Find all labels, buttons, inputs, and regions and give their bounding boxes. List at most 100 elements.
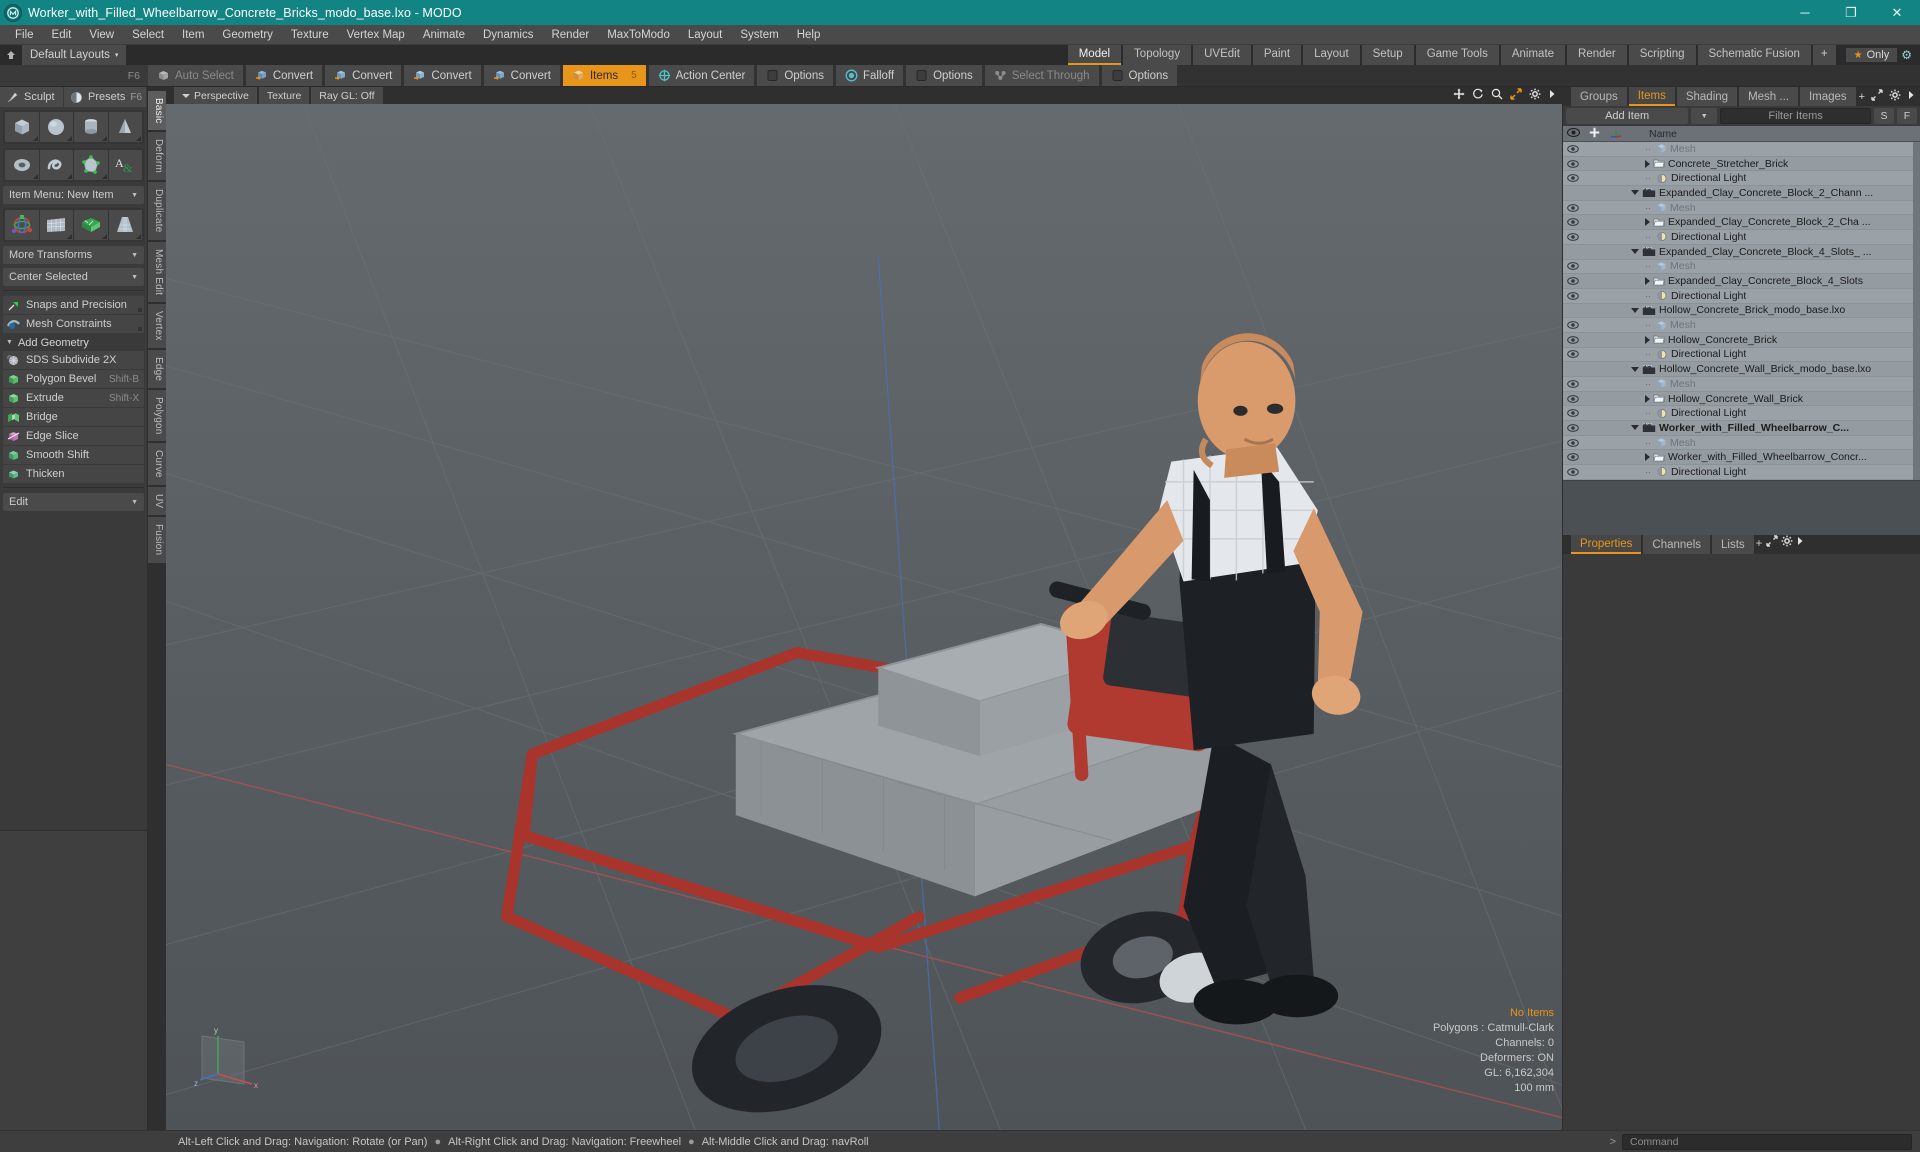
mode-tab-vertex[interactable]: Vertex	[148, 304, 166, 348]
home-layout-icon[interactable]	[0, 45, 22, 65]
layout-tab-model[interactable]: Model	[1067, 45, 1122, 65]
eye-icon[interactable]	[1563, 262, 1583, 271]
toolbar-button-convert-1[interactable]: Convert	[245, 65, 323, 86]
gear-icon[interactable]	[1889, 89, 1901, 104]
grid-options-corner[interactable]	[67, 234, 72, 239]
eye-icon[interactable]	[1563, 335, 1583, 344]
mode-tab-curve[interactable]: Curve	[148, 443, 166, 486]
eye-icon[interactable]	[1563, 203, 1583, 212]
menu-item-item[interactable]: Item	[173, 25, 213, 45]
only-toggle[interactable]: ★ Only	[1845, 48, 1898, 62]
menu-item-layout[interactable]: Layout	[679, 25, 732, 45]
polygon-options-corner[interactable]	[101, 174, 107, 179]
gear-icon[interactable]	[1781, 535, 1796, 550]
menu-item-file[interactable]: File	[6, 25, 43, 45]
properties-tab-properties[interactable]: Properties	[1571, 535, 1642, 554]
default-layouts-dropdown[interactable]: Default Layouts ▾	[22, 45, 127, 65]
layout-tab-scripting[interactable]: Scripting	[1628, 45, 1696, 65]
expand-toggle-closed-icon[interactable]	[1645, 277, 1650, 286]
menu-item-maxtomodo[interactable]: MaxToModo	[598, 25, 679, 45]
center-selected-dropdown[interactable]: Center Selected ▼	[3, 268, 144, 286]
toolbar-button-auto-select-0[interactable]: Auto Select	[148, 65, 243, 86]
cylinder-icon[interactable]	[74, 112, 108, 142]
item-tree-row[interactable]: ·· Directional Light	[1563, 465, 1913, 480]
edit-dropdown[interactable]: Edit ▼	[3, 493, 144, 511]
filter-s-button[interactable]: S	[1874, 108, 1894, 124]
item-tree-row[interactable]: ·· Mesh	[1563, 318, 1913, 333]
eye-icon[interactable]	[1563, 291, 1583, 300]
zoom-icon[interactable]	[1491, 88, 1503, 103]
eye-icon[interactable]	[1563, 159, 1583, 168]
bend-options-corner[interactable]	[101, 234, 107, 239]
item-tree-row[interactable]: Concrete_Stretcher_Brick	[1563, 156, 1913, 172]
menu-item-edit[interactable]: Edit	[43, 25, 81, 45]
cone-options-corner[interactable]	[136, 136, 141, 141]
tab-sculpt[interactable]: Sculpt	[0, 87, 65, 107]
text-icon[interactable]: A &	[108, 150, 142, 180]
arrow-right-icon[interactable]	[1907, 89, 1915, 104]
menu-item-geometry[interactable]: Geometry	[213, 25, 282, 45]
item-tree-row[interactable]: ·· Directional Light	[1563, 406, 1913, 422]
expand-toggle-open-icon[interactable]	[1631, 307, 1639, 313]
expand-icon[interactable]	[1765, 535, 1781, 550]
toolbar-button-options-11[interactable]: Options	[1101, 65, 1178, 86]
layout-add-tab-button[interactable]: +	[1812, 45, 1836, 65]
expand-toggle-closed-icon[interactable]	[1645, 453, 1650, 462]
item-tree-row[interactable]: ·· Directional Light	[1563, 288, 1913, 304]
snaps-and-precision-row[interactable]: Snaps and Precision	[3, 296, 144, 314]
item-tree-row[interactable]: ·· Mesh	[1563, 377, 1913, 392]
toolbar-button-convert-2[interactable]: Convert	[325, 65, 402, 86]
layout-tab-schematic-fusion[interactable]: Schematic Fusion	[1697, 45, 1811, 65]
item-tree-row[interactable]: ·· Directional Light	[1563, 230, 1913, 245]
expand-toggle-open-icon[interactable]	[1631, 425, 1639, 431]
items-tab-images[interactable]: Images	[1799, 87, 1856, 106]
layout-tab-layout[interactable]: Layout	[1303, 45, 1360, 65]
properties-add-tab-button[interactable]: +	[1756, 538, 1763, 550]
expand-toggle-open-icon[interactable]	[1631, 190, 1639, 196]
torus-icon[interactable]	[5, 150, 39, 180]
add-geometry-group-header[interactable]: ▼ Add Geometry	[3, 334, 144, 351]
item-tree-row[interactable]: Hollow_Concrete_Wall_Brick_modo_base.lxo	[1563, 362, 1913, 377]
item-tree-row[interactable]: Expanded_Clay_Concrete_Block_2_Cha ...	[1563, 215, 1913, 231]
items-tab-groups[interactable]: Groups	[1571, 87, 1627, 106]
properties-tab-channels[interactable]: Channels	[1643, 535, 1711, 554]
layout-tab-uvedit[interactable]: UVEdit	[1193, 45, 1251, 65]
eye-icon[interactable]	[1563, 424, 1583, 432]
viewport-tab-raygl[interactable]: Ray GL: Off	[311, 87, 383, 104]
tab-presets[interactable]: Presets F6	[64, 87, 147, 107]
toolbar-button-select-through-10[interactable]: Select Through	[984, 65, 1099, 86]
eye-icon[interactable]	[1563, 277, 1583, 285]
item-tree-row[interactable]: Worker_with_Filled_Wheelbarrow_C...	[1563, 421, 1913, 436]
mode-tab-edge[interactable]: Edge	[148, 349, 166, 388]
mesh-constraints-row[interactable]: Mesh Constraints	[3, 315, 144, 333]
toolbar-button-items-5[interactable]: Items 5	[562, 65, 646, 86]
geometry-tool-bridge[interactable]: Bridge	[3, 408, 144, 426]
add-item-button[interactable]: Add Item	[1566, 108, 1689, 124]
cube-icon[interactable]	[5, 112, 39, 142]
item-tree-row[interactable]: ·· Directional Light	[1563, 171, 1913, 187]
expand-toggle-closed-icon[interactable]	[1645, 218, 1650, 227]
items-tab-items[interactable]: Items	[1628, 87, 1675, 106]
layout-tab-render[interactable]: Render	[1567, 45, 1627, 65]
eye-icon[interactable]	[1563, 394, 1583, 403]
arrow-right-icon[interactable]	[1548, 88, 1556, 103]
item-tree-row[interactable]: ·· Directional Light	[1563, 347, 1913, 363]
sphere-icon[interactable]	[39, 112, 73, 142]
mode-tab-duplicate[interactable]: Duplicate	[148, 182, 166, 240]
viewport-tab-texture[interactable]: Texture	[258, 87, 310, 104]
viewport-tab-perspective[interactable]: Perspective	[174, 87, 257, 104]
item-tree-row[interactable]: Hollow_Concrete_Brick_modo_base.lxo	[1563, 303, 1913, 319]
arrow-right-icon[interactable]	[1796, 537, 1804, 550]
mode-tab-uv[interactable]: UV	[148, 487, 166, 516]
transform-gizmo-icon[interactable]	[5, 210, 39, 240]
expand-toggle-closed-icon[interactable]	[1645, 159, 1650, 168]
eye-icon[interactable]	[1563, 468, 1583, 476]
item-tree-row[interactable]: ·· Mesh	[1563, 435, 1913, 451]
mode-tab-mesh-edit[interactable]: Mesh Edit	[148, 241, 166, 303]
grid-plane-icon[interactable]	[39, 210, 73, 240]
command-input[interactable]: Command	[1622, 1133, 1912, 1150]
eye-icon[interactable]	[1563, 218, 1583, 227]
constraints-options-corner[interactable]	[138, 327, 142, 331]
torus-options-corner[interactable]	[32, 174, 38, 179]
expand-toggle-closed-icon[interactable]	[1645, 394, 1650, 403]
